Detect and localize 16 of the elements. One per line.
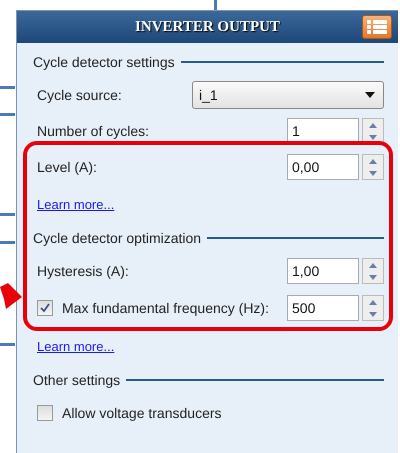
field-label: Cycle source: bbox=[37, 87, 122, 103]
number-field[interactable]: 1,00 bbox=[287, 258, 359, 284]
checkbox-label: Allow voltage transducers bbox=[62, 405, 222, 421]
field-label: Level (A): bbox=[37, 159, 97, 175]
cycle-source-dropdown[interactable]: i_1 bbox=[192, 81, 384, 109]
checkbox-label: Max fundamental frequency (Hz): bbox=[62, 300, 269, 316]
section-title: Cycle detector optimization bbox=[33, 230, 202, 246]
number-field[interactable]: 0,00 bbox=[287, 154, 359, 180]
panel-title: INVERTER OUTPUT bbox=[135, 18, 280, 36]
field-label: Number of cycles: bbox=[37, 123, 150, 139]
number-field[interactable]: 500 bbox=[287, 295, 359, 321]
section-title: Other settings bbox=[33, 372, 120, 388]
learn-more-link[interactable]: Learn more... bbox=[37, 196, 114, 212]
section-title: Cycle detector settings bbox=[33, 54, 175, 70]
learn-more-link[interactable]: Learn more... bbox=[37, 338, 114, 354]
field-label: Hysteresis (A): bbox=[37, 263, 129, 279]
